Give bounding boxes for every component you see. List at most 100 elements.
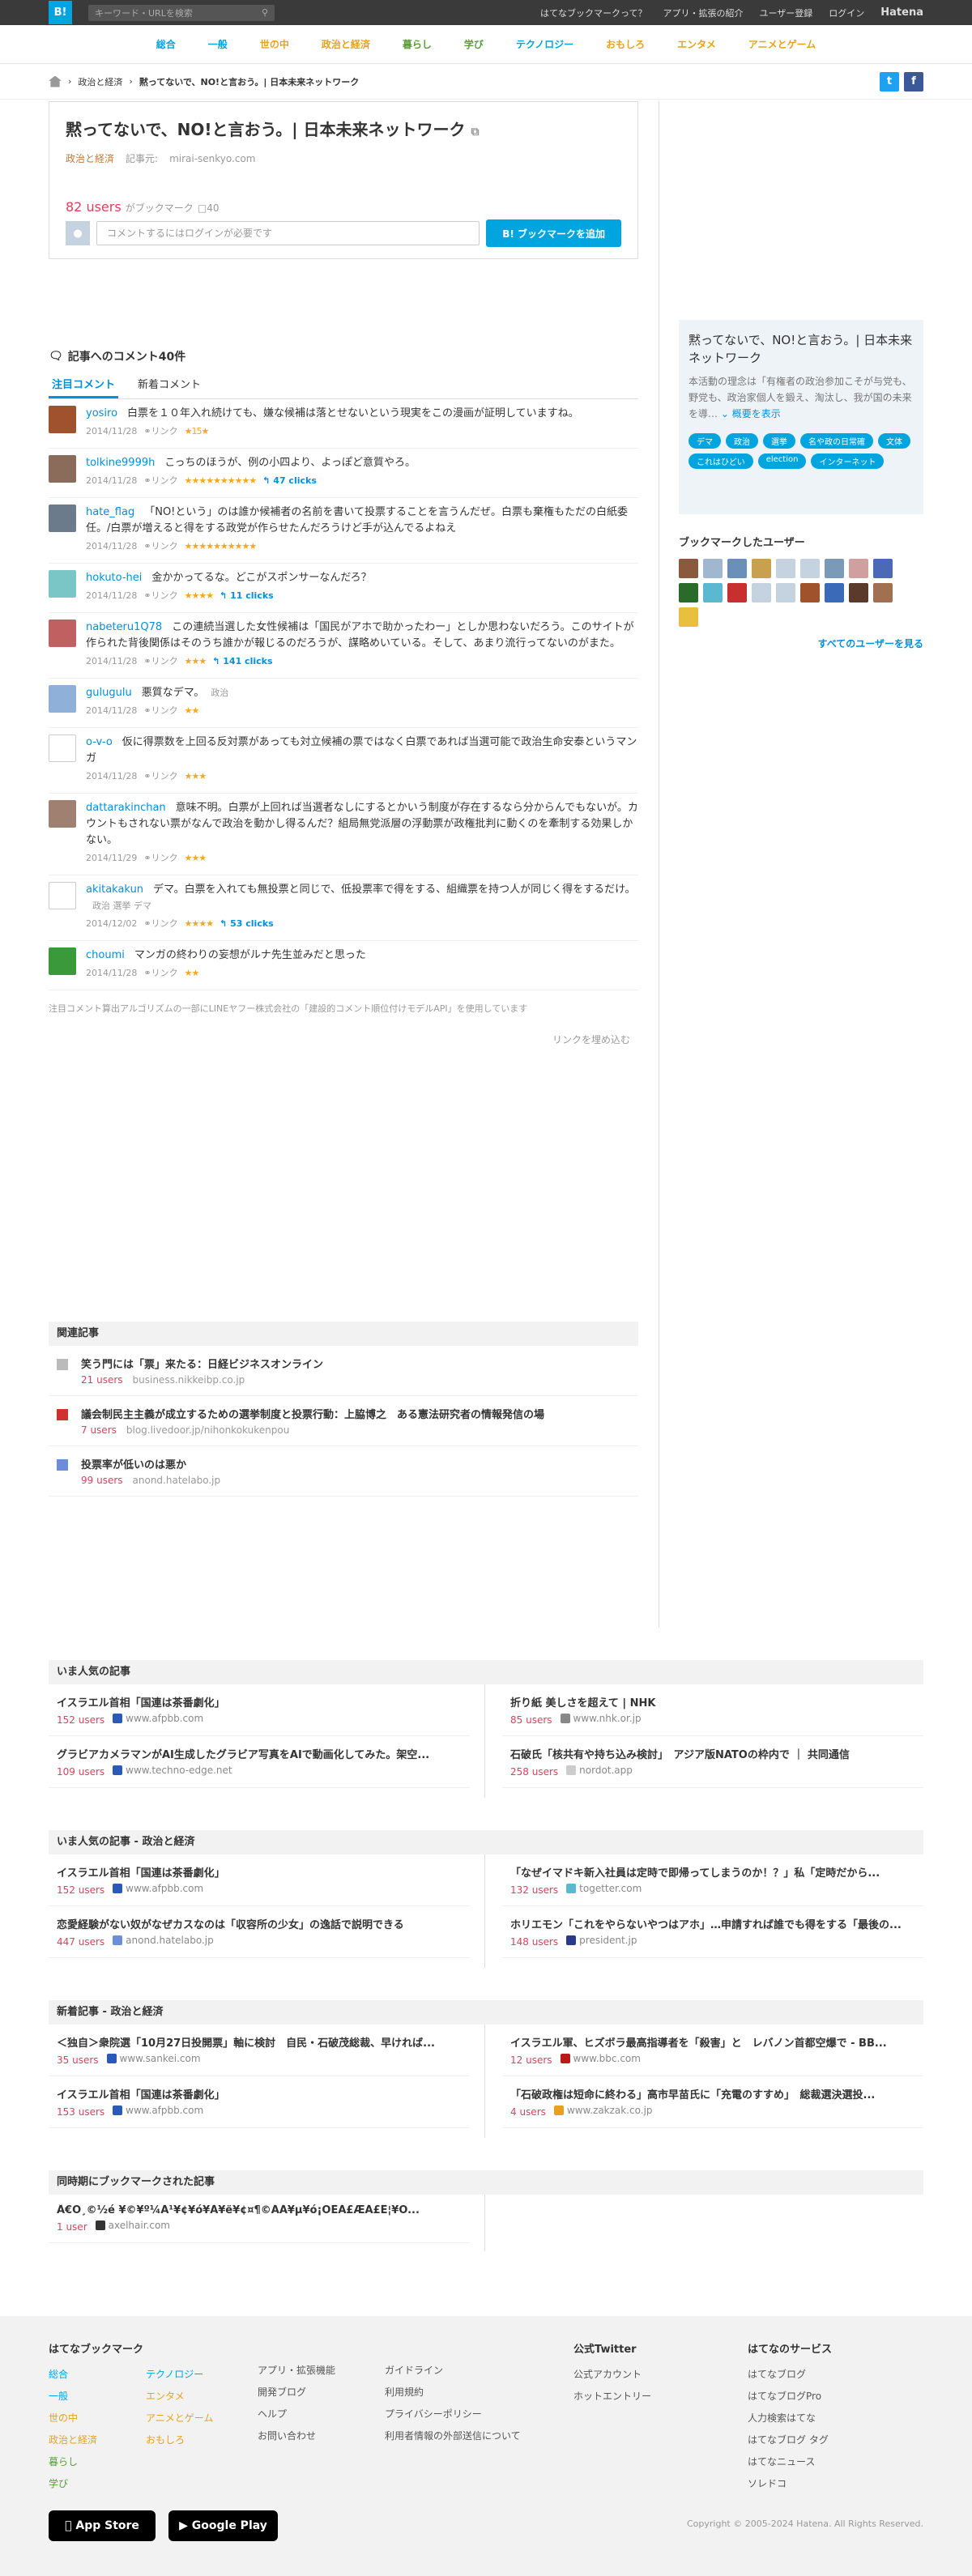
comment-stars[interactable]: ★15★ bbox=[185, 424, 210, 440]
user-avatar[interactable] bbox=[703, 583, 723, 602]
related-item[interactable]: 投票率が低いのは悪か 99 users anond.hatelabo.jp bbox=[49, 1446, 638, 1497]
user-avatar[interactable] bbox=[873, 559, 893, 578]
twitter-share-icon[interactable]: t bbox=[880, 71, 899, 92]
footer-service-link[interactable]: ソレドコ bbox=[748, 2476, 832, 2490]
article-users[interactable]: 4 users bbox=[510, 2106, 546, 2118]
comment-stars[interactable]: ★★★ bbox=[185, 769, 207, 785]
top-link-login[interactable]: ログイン bbox=[829, 6, 864, 19]
comment-username[interactable]: hokuto-hei bbox=[86, 572, 142, 584]
article-users[interactable]: 35 users bbox=[57, 2054, 99, 2066]
article-source[interactable]: www.afpbb.com bbox=[113, 1883, 203, 1894]
nav-item-0[interactable]: 総合 bbox=[156, 37, 176, 51]
comment-link[interactable]: ⚭リンク bbox=[143, 916, 177, 932]
user-avatar[interactable] bbox=[49, 505, 76, 532]
tag-chip[interactable]: 政治 bbox=[726, 433, 758, 449]
comment-username[interactable]: gulugulu bbox=[86, 687, 132, 699]
footer-service-link[interactable]: はてなニュース bbox=[748, 2455, 832, 2468]
comment-clicks[interactable]: ↰ 141 clicks bbox=[212, 654, 272, 670]
user-avatar[interactable] bbox=[49, 685, 76, 713]
related-item[interactable]: 笑う門には「票」来たる：日経ビジネスオンライン 21 users business.… bbox=[49, 1346, 638, 1396]
article-source[interactable]: www.sankei.com bbox=[106, 2053, 201, 2064]
nav-item-4[interactable]: 暮らし bbox=[403, 37, 432, 51]
entry-users[interactable]: 82 users bbox=[66, 199, 122, 215]
article-users[interactable]: 148 users bbox=[510, 1936, 558, 1948]
comment-stars[interactable]: ★★★★★★★★★★ bbox=[185, 539, 258, 555]
comment-date[interactable]: 2014/11/28 bbox=[86, 654, 137, 670]
related-title[interactable]: 投票率が低いのは悪か bbox=[81, 1456, 220, 1471]
comment-clicks[interactable]: ↰ 11 clicks bbox=[220, 588, 274, 604]
article-item[interactable]: Ã€Ö¸©½é ¥©¥º¼Ä¹¥¢¥ó¥À¥ë¥¢¤¶©ÁÁ¥µ¥ó¡ÖËÁ£Æ… bbox=[49, 2195, 470, 2243]
user-avatar[interactable] bbox=[849, 559, 868, 578]
hatena-bookmark-logo[interactable]: B! bbox=[49, 1, 72, 24]
comment-username[interactable]: hate_flag bbox=[86, 506, 134, 518]
comment-stars[interactable]: ★★★ bbox=[185, 654, 207, 670]
article-title[interactable]: 石破氏「核共有や持ち込み検討」 アジア版NATOの枠内で ｜ 共同通信 bbox=[510, 1746, 915, 1761]
article-item[interactable]: 恋愛経験がない奴がなぜカスなのは「収容所の少女」の逸話で説明できる 447 use… bbox=[49, 1906, 470, 1958]
footer-link[interactable]: ガイドライン bbox=[385, 2363, 521, 2377]
footer-link[interactable]: アプリ・拡張機能 bbox=[258, 2363, 335, 2377]
comment-date[interactable]: 2014/11/28 bbox=[86, 965, 137, 981]
comment-tags[interactable]: 政治 bbox=[211, 688, 228, 698]
article-item[interactable]: ＜独自＞衆院選「10月27日投開票」軸に検討 自民・石破茂総裁、早ければ... 3… bbox=[49, 2025, 470, 2076]
article-title[interactable]: Ã€Ö¸©½é ¥©¥º¼Ä¹¥¢¥ó¥À¥ë¥¢¤¶©ÁÁ¥µ¥ó¡ÖËÁ£Æ… bbox=[57, 2204, 462, 2216]
article-item[interactable]: 石破氏「核共有や持ち込み検討」 アジア版NATOの枠内で ｜ 共同通信 258 u… bbox=[502, 1736, 923, 1788]
article-title[interactable]: 折り紙 美しさを超えて | NHK bbox=[510, 1694, 915, 1710]
footer-service-link[interactable]: はてなブログ bbox=[748, 2367, 832, 2381]
article-source[interactable]: nordot.app bbox=[566, 1765, 633, 1776]
comment-link[interactable]: ⚭リンク bbox=[143, 539, 177, 555]
footer-link[interactable]: 利用者情報の外部送信について bbox=[385, 2429, 521, 2442]
related-users[interactable]: 21 users bbox=[81, 1374, 123, 1386]
comment-username[interactable]: nabeteru1Q78 bbox=[86, 621, 162, 633]
related-users[interactable]: 99 users bbox=[81, 1475, 123, 1486]
nav-item-8[interactable]: エンタメ bbox=[677, 37, 716, 51]
user-avatar[interactable] bbox=[776, 583, 795, 602]
tag-chip[interactable]: 名や政の日常確 bbox=[800, 433, 873, 449]
article-item[interactable]: イスラエル首相「国連は茶番劇化」 153 users www.afpbb.com bbox=[49, 2076, 470, 2128]
home-icon[interactable] bbox=[49, 75, 62, 87]
nav-item-3[interactable]: 政治と経済 bbox=[322, 37, 370, 51]
article-item[interactable]: イスラエル首相「国連は茶番劇化」 152 users www.afpbb.com bbox=[49, 1854, 470, 1906]
comment-username[interactable]: choumi bbox=[86, 949, 125, 961]
article-title[interactable]: イスラエル軍、ヒズボラ最高指導者を「殺害」と レバノン首都空爆で - BB... bbox=[510, 2034, 915, 2050]
footer-link[interactable]: 開発ブログ bbox=[258, 2385, 335, 2399]
article-item[interactable]: 「石破政権は短命に終わる」高市早苗氏に「充電のすすめ」 総裁選決選投... 4 u… bbox=[502, 2076, 923, 2128]
user-avatar[interactable] bbox=[49, 734, 76, 762]
user-avatar[interactable] bbox=[49, 455, 76, 483]
article-item[interactable]: ホリエモン「これをやらないやつはアホ」…申請すれば誰でも得をする「最後の... 1… bbox=[502, 1906, 923, 1958]
article-users[interactable]: 12 users bbox=[510, 2054, 552, 2066]
comment-link[interactable]: ⚭リンク bbox=[143, 424, 177, 440]
comment-stars[interactable]: ★★★★ bbox=[185, 588, 214, 604]
google-play-button[interactable]: ▶ Google Play bbox=[168, 2510, 278, 2541]
related-users[interactable]: 7 users bbox=[81, 1424, 117, 1436]
comment-stars[interactable]: ★★ bbox=[185, 703, 200, 719]
user-avatar[interactable] bbox=[49, 800, 76, 828]
show-summary-link[interactable]: ⌄ 概要を表示 bbox=[721, 408, 781, 419]
app-store-button[interactable]:  App Store bbox=[49, 2510, 156, 2541]
comment-link[interactable]: ⚭リンク bbox=[143, 473, 177, 489]
nav-item-2[interactable]: 世の中 bbox=[260, 37, 289, 51]
footer-category-link[interactable]: 政治と経済 bbox=[49, 2433, 97, 2446]
user-avatar[interactable] bbox=[727, 559, 747, 578]
article-title[interactable]: イスラエル首相「国連は茶番劇化」 bbox=[57, 1864, 462, 1880]
user-avatar[interactable] bbox=[727, 583, 747, 602]
article-users[interactable]: 153 users bbox=[57, 2106, 104, 2118]
tag-chip[interactable]: インターネット bbox=[811, 453, 885, 469]
comment-date[interactable]: 2014/11/28 bbox=[86, 703, 137, 719]
search-icon[interactable]: ⚲ bbox=[262, 7, 268, 18]
user-avatar[interactable] bbox=[49, 570, 76, 598]
comment-link[interactable]: ⚭リンク bbox=[143, 703, 177, 719]
footer-category-link[interactable]: 一般 bbox=[49, 2389, 97, 2403]
user-avatar[interactable] bbox=[825, 583, 844, 602]
user-avatar[interactable] bbox=[752, 583, 771, 602]
article-title[interactable]: 「なぜイマドキ新入社員は定時で即帰ってしまうのか！？」私「定時だから... bbox=[510, 1864, 915, 1880]
comment-date[interactable]: 2014/11/29 bbox=[86, 850, 137, 866]
comment-input[interactable]: コメントするにはログインが必要です bbox=[96, 221, 480, 245]
user-avatar[interactable] bbox=[679, 559, 698, 578]
footer-link[interactable]: プライバシーポリシー bbox=[385, 2407, 521, 2421]
search-input[interactable]: キーワード・URLを検索 ⚲ bbox=[88, 4, 275, 21]
user-avatar[interactable] bbox=[703, 559, 723, 578]
nav-item-9[interactable]: アニメとゲーム bbox=[748, 37, 816, 51]
entry-title[interactable]: 黙ってないで、NO!と言おう。| 日本未来ネットワーク bbox=[66, 120, 466, 139]
article-item[interactable]: 「なぜイマドキ新入社員は定時で即帰ってしまうのか！？」私「定時だから... 132… bbox=[502, 1854, 923, 1906]
article-title[interactable]: グラビアカメラマンがAI生成したグラビア写真をAIで動画化してみた。架空... bbox=[57, 1746, 462, 1761]
